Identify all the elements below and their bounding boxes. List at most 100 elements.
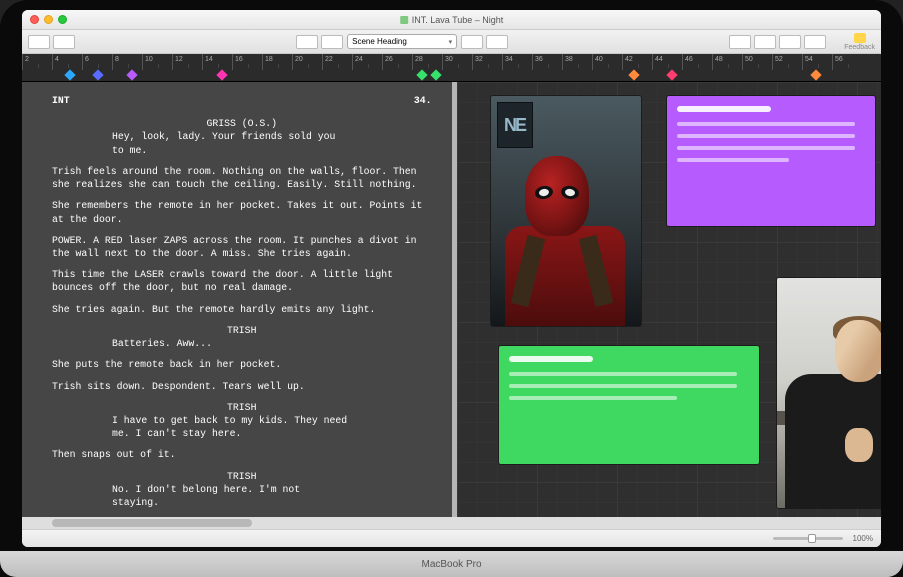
action-block[interactable]: She remembers the remote in her pocket. … — [52, 199, 432, 225]
status-bar: 100% — [22, 529, 881, 547]
timeline-tick[interactable]: 56 — [832, 54, 862, 70]
timeline-tick[interactable]: 44 — [652, 54, 682, 70]
window-title-text: INT. Lava Tube – Night — [412, 15, 504, 25]
timeline-tick[interactable]: 20 — [292, 54, 322, 70]
action-block[interactable]: Trish sits down. Despondent. Tears well … — [52, 380, 432, 393]
toolbar-button[interactable] — [28, 35, 50, 49]
timeline-marker[interactable] — [666, 69, 677, 80]
element-style-label: Scene Heading — [352, 37, 407, 46]
timeline-tick[interactable]: 46 — [682, 54, 712, 70]
dialogue-block[interactable]: No. I don't belong here. I'm not staying… — [112, 483, 352, 509]
timeline-tick[interactable]: 30 — [442, 54, 472, 70]
sign-graphic: NE — [497, 102, 533, 148]
timeline-tick[interactable]: 18 — [262, 54, 292, 70]
timeline-tick[interactable]: 24 — [352, 54, 382, 70]
feedback-label: Feedback — [844, 44, 875, 51]
zoom-slider-thumb[interactable] — [808, 534, 816, 543]
script-page: INT 34. GRISS (O.S.)Hey, look, lady. You… — [22, 82, 452, 529]
action-block[interactable]: She puts the remote back in her pocket. — [52, 358, 432, 371]
image-card-man[interactable] — [777, 278, 882, 508]
action-block[interactable]: Then snaps out of it. — [52, 448, 432, 461]
timeline-tick[interactable]: 36 — [532, 54, 562, 70]
timeline[interactable]: 2468101214161820222426283032343638404244… — [22, 54, 881, 82]
timeline-marker[interactable] — [628, 69, 639, 80]
timeline-tick[interactable]: 28 — [412, 54, 442, 70]
timeline-markers — [22, 70, 881, 82]
script-editor[interactable]: INT 34. GRISS (O.S.)Hey, look, lady. You… — [22, 82, 452, 529]
timeline-marker[interactable] — [126, 69, 137, 80]
timeline-tick[interactable]: 4 — [52, 54, 82, 70]
toolbar-button[interactable] — [53, 35, 75, 49]
minimize-button[interactable] — [44, 15, 53, 24]
timeline-tick[interactable]: 12 — [172, 54, 202, 70]
toolbar-button[interactable] — [461, 35, 483, 49]
zoom-button[interactable] — [58, 15, 67, 24]
laptop-frame: INT. Lava Tube – Night Scene Heading ▾ — [0, 0, 903, 577]
timeline-tick[interactable]: 34 — [502, 54, 532, 70]
dialogue-block[interactable]: Hey, look, lady. Your friends sold you t… — [112, 130, 352, 156]
timeline-tick[interactable]: 54 — [802, 54, 832, 70]
note-title-placeholder — [509, 356, 593, 362]
main-split: INT 34. GRISS (O.S.)Hey, look, lady. You… — [22, 82, 881, 529]
timeline-tick[interactable]: 16 — [232, 54, 262, 70]
toolbar: Scene Heading ▾ Feedback — [22, 30, 881, 54]
toolbar-button[interactable] — [729, 35, 751, 49]
bezel: INT. Lava Tube – Night Scene Heading ▾ — [0, 0, 903, 577]
zoom-level: 100% — [853, 534, 873, 543]
image-card-deadpool[interactable]: NE — [491, 96, 641, 326]
scrollbar-thumb[interactable] — [52, 519, 252, 527]
timeline-tick[interactable]: 10 — [142, 54, 172, 70]
zoom-slider[interactable] — [773, 537, 843, 540]
timeline-tick[interactable]: 48 — [712, 54, 742, 70]
window-title: INT. Lava Tube – Night — [400, 15, 504, 25]
timeline-marker[interactable] — [64, 69, 75, 80]
action-block[interactable]: She tries again. But the remote hardly e… — [52, 303, 432, 316]
action-block[interactable]: Trish feels around the room. Nothing on … — [52, 165, 432, 191]
timeline-tick[interactable]: 2 — [22, 54, 52, 70]
slugline[interactable]: INT — [52, 94, 70, 107]
toolbar-button[interactable] — [754, 35, 776, 49]
cork-board[interactable]: NE — [457, 82, 882, 529]
timeline-tick[interactable]: 40 — [592, 54, 622, 70]
toolbar-button[interactable] — [804, 35, 826, 49]
timeline-tick[interactable]: 14 — [202, 54, 232, 70]
character-cue[interactable]: TRISH — [142, 470, 342, 483]
toolbar-group-left — [28, 35, 75, 49]
timeline-marker[interactable] — [216, 69, 227, 80]
action-block[interactable]: This time the LASER crawls toward the do… — [52, 268, 432, 294]
image-placeholder: NE — [491, 96, 641, 326]
timeline-tick[interactable]: 6 — [82, 54, 112, 70]
toolbar-button-next[interactable] — [321, 35, 343, 49]
timeline-tick[interactable]: 50 — [742, 54, 772, 70]
character-cue[interactable]: TRISH — [142, 401, 342, 414]
toolbar-button[interactable] — [486, 35, 508, 49]
timeline-tick[interactable]: 26 — [382, 54, 412, 70]
timeline-marker[interactable] — [810, 69, 821, 80]
timeline-tick[interactable]: 22 — [322, 54, 352, 70]
element-style-select[interactable]: Scene Heading ▾ — [347, 34, 457, 49]
timeline-tick[interactable]: 32 — [472, 54, 502, 70]
timeline-tick[interactable]: 38 — [562, 54, 592, 70]
timeline-marker[interactable] — [430, 69, 441, 80]
toolbar-group-nav — [296, 35, 343, 49]
toolbar-button-prev[interactable] — [296, 35, 318, 49]
feedback-button[interactable]: Feedback — [844, 33, 875, 51]
note-card-purple[interactable] — [667, 96, 875, 226]
timeline-marker[interactable] — [92, 69, 103, 80]
character-cue[interactable]: TRISH — [142, 324, 342, 337]
dialogue-block[interactable]: Batteries. Aww... — [112, 337, 352, 350]
horizontal-scrollbar[interactable] — [22, 517, 881, 529]
timeline-marker[interactable] — [416, 69, 427, 80]
toolbar-button[interactable] — [779, 35, 801, 49]
timeline-ruler: 2468101214161820222426283032343638404244… — [22, 54, 881, 70]
dialogue-block[interactable]: I have to get back to my kids. They need… — [112, 414, 352, 440]
toolbar-group-right — [729, 35, 826, 49]
timeline-tick[interactable]: 42 — [622, 54, 652, 70]
timeline-tick[interactable]: 52 — [772, 54, 802, 70]
character-cue[interactable]: GRISS (O.S.) — [142, 117, 342, 130]
note-card-green[interactable] — [499, 346, 759, 464]
action-block[interactable]: POWER. A RED laser ZAPS across the room.… — [52, 234, 432, 260]
image-placeholder — [777, 278, 882, 508]
timeline-tick[interactable]: 8 — [112, 54, 142, 70]
close-button[interactable] — [30, 15, 39, 24]
